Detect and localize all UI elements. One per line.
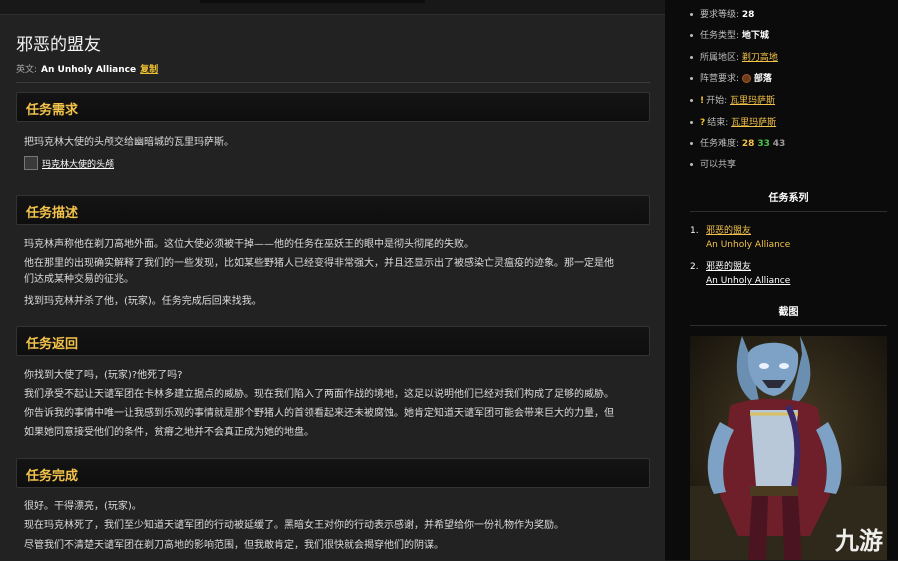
section-title: 任务返回	[26, 337, 79, 352]
info-end: ? 结束: 瓦里玛萨斯	[690, 116, 776, 130]
main-content: 邪恶的盟友 英文: An Unholy Alliance 复制 任务需求 把玛克林大…	[0, 14, 665, 561]
horde-icon	[741, 74, 751, 83]
return-line: 我们承受不起让天谴军团在卡林多建立据点的威胁。现在我们陷入了两面作战的境地，这足…	[24, 389, 614, 400]
info-label: 任务类型:	[700, 31, 740, 41]
watermark-logo: 九游	[835, 527, 883, 555]
bullet	[690, 121, 693, 124]
section-header-description: 任务描述	[16, 195, 650, 225]
page-title: 邪恶的盟友	[16, 35, 101, 55]
item-icon	[24, 156, 38, 170]
bullet	[690, 163, 693, 166]
quest-item[interactable]: 玛克林大使的头颅	[24, 156, 114, 172]
series-en-name: An Unholy Alliance	[706, 240, 791, 250]
description-line: 找到玛克林并杀了他，(玩家)。任务完成后回来找我。	[24, 296, 262, 307]
section-title: 任务需求	[26, 103, 79, 118]
info-value: 地下城	[741, 31, 769, 41]
return-line: 你找到大使了吗，(玩家)?他死了吗?	[24, 370, 183, 381]
screenshot-image[interactable]: 九游	[690, 336, 887, 560]
top-bar	[200, 0, 425, 3]
description-line: 玛克林声称他在剃刀高地外面。这位大使必须被干掉——他的任务在巫妖王的眼中是彻头彻…	[24, 239, 474, 250]
section-header-requirement: 任务需求	[16, 92, 650, 122]
zone-link[interactable]: 剃刀高地	[742, 53, 778, 63]
title-divider	[16, 82, 650, 83]
info-label: 阵营要求:	[700, 74, 740, 84]
description-line: 们达成某种交易的征兆。	[24, 274, 134, 285]
description-line: 他在那里的出现确实解释了我们的一些发现，比如某些野猪人已经变得非常强大，并且还显…	[24, 258, 614, 269]
info-label: 可以共享	[700, 160, 737, 170]
info-zone: 所属地区: 剃刀高地	[690, 51, 778, 65]
english-label: 英文:	[16, 65, 38, 75]
difficulty-value: 28	[741, 139, 755, 149]
info-start: ! 开始: 瓦里玛萨斯	[690, 94, 775, 108]
end-npc-link[interactable]: 瓦里玛萨斯	[731, 118, 776, 128]
bullet	[690, 99, 693, 102]
section-title: 任务完成	[26, 469, 79, 484]
difficulty-value: 33	[757, 139, 770, 149]
bullet	[690, 142, 693, 145]
sidebar: 要求等级: 28 任务类型: 地下城 所属地区: 剃刀高地 阵营要求: 部落 !…	[665, 0, 898, 560]
series-heading: 任务系列	[768, 193, 809, 204]
complete-line: 现在玛克林死了，我们至少知道天谴军团的行动被延缓了。黑暗女王对你的行动表示感谢，…	[24, 520, 564, 531]
section-header-complete: 任务完成	[16, 458, 650, 488]
info-value: 28	[741, 10, 755, 20]
complete-line: 尽管我们不清楚天谴军团在剃刀高地的影响范围，但我敢肯定，我们很快就会揭穿他们的阴…	[24, 540, 444, 551]
info-label: 结束:	[707, 118, 729, 128]
info-label: 开始:	[706, 96, 728, 106]
info-label: 所属地区:	[700, 53, 740, 63]
bullet	[690, 13, 693, 16]
series-number: 2.	[690, 262, 699, 272]
info-difficulty: 任务难度: 28 33 43	[690, 137, 785, 151]
section-title: 任务描述	[26, 206, 79, 221]
series-en-link[interactable]: An Unholy Alliance	[706, 275, 790, 288]
bullet	[690, 56, 693, 59]
return-line: 如果她同意接受他们的条件，贫瘠之地并不会真正成为她的地盘。	[24, 427, 314, 438]
requirement-text: 把玛克林大使的头颅交给幽暗城的瓦里玛萨斯。	[24, 137, 234, 148]
info-type: 任务类型: 地下城	[690, 29, 769, 43]
bullet	[690, 34, 693, 37]
return-line: 你告诉我的事情中唯一让我感到乐观的事情就是那个野猪人的首领看起来还未被腐蚀。她肯…	[24, 408, 614, 419]
series-cn-link[interactable]: 邪恶的盟友	[706, 225, 751, 238]
section-header-return: 任务返回	[16, 326, 650, 356]
info-label: 任务难度:	[700, 139, 740, 149]
info-label: 要求等级:	[700, 10, 740, 20]
complete-line: 很好。干得漂亮，(玩家)。	[24, 501, 142, 512]
series-number: 1.	[690, 226, 699, 236]
info-level: 要求等级: 28	[690, 8, 754, 22]
bullet	[690, 77, 693, 80]
exclamation-icon: !	[700, 96, 705, 106]
item-link[interactable]: 玛克林大使的头颅	[42, 160, 114, 170]
question-icon: ?	[700, 118, 706, 128]
info-shareable: 可以共享	[690, 158, 736, 172]
info-faction: 阵营要求: 部落	[690, 72, 772, 86]
divider	[690, 211, 887, 212]
difficulty-value: 43	[772, 139, 786, 149]
screenshot-heading: 截图	[778, 307, 799, 318]
info-value: 部落	[753, 74, 772, 84]
copy-link[interactable]: 复制	[140, 65, 158, 75]
english-name-line: 英文: An Unholy Alliance 复制	[16, 62, 158, 75]
english-name: An Unholy Alliance	[41, 65, 137, 75]
start-npc-link[interactable]: 瓦里玛萨斯	[730, 96, 775, 106]
divider	[690, 325, 887, 326]
series-cn-link[interactable]: 邪恶的盟友	[706, 261, 751, 274]
